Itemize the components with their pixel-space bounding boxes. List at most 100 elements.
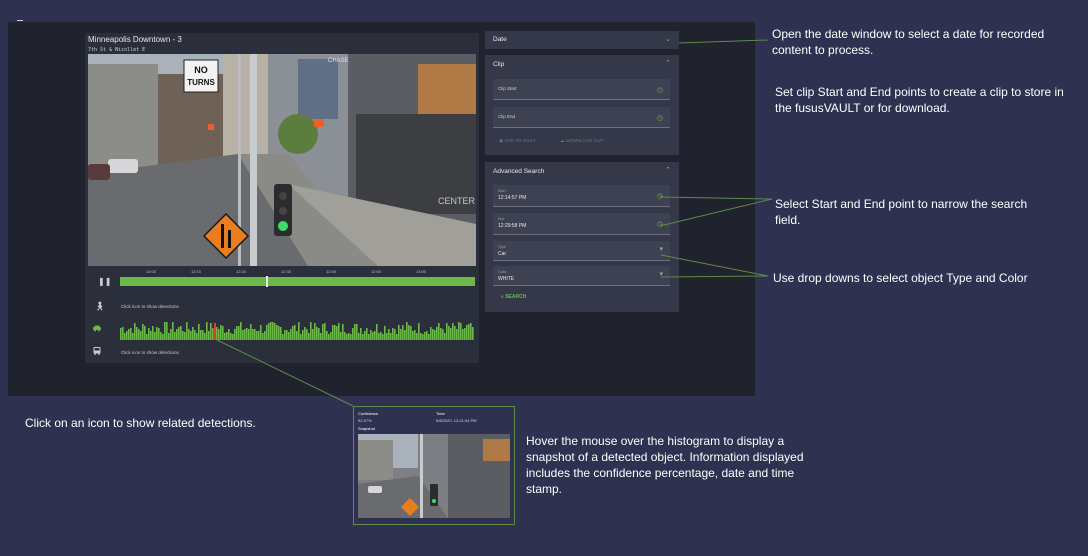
annotation-date: Open the date window to select a date fo… (772, 27, 1045, 57)
chevron-up-icon[interactable]: ⌃ (665, 59, 671, 67)
histogram-bar (142, 324, 144, 340)
histogram-bar (374, 331, 376, 340)
histogram-bar (472, 327, 474, 340)
detections-hint-person: Click icon to show detections (121, 304, 179, 309)
histogram-bar (312, 329, 314, 340)
pause-icon[interactable]: ❚❚ (98, 277, 111, 286)
clip-start-field[interactable]: Clip Start ◷ (493, 79, 670, 100)
search-start-field[interactable]: Start 12:14:57 PM ◷ (493, 185, 670, 207)
histogram-bar (358, 333, 360, 340)
histogram-bar (466, 325, 468, 340)
histogram-bar (182, 331, 184, 340)
confidence-label: Confidence (358, 411, 379, 416)
histogram-bar (146, 334, 148, 340)
histogram-bar (456, 329, 458, 340)
snapshot-popup: Confidence 92.97% Time 6/8/2020, 12:21:0… (353, 406, 515, 525)
detections-hint-bus: Click icon to show detections (121, 350, 179, 355)
chevron-down-icon[interactable]: ⌄ (665, 35, 671, 43)
histogram-bar (210, 323, 212, 340)
car-icon[interactable] (93, 325, 101, 334)
search-button[interactable]: ⌕ SEARCH (501, 294, 526, 300)
histogram-bar (280, 327, 282, 340)
time-value: 6/8/2020, 12:21:04 PM (436, 418, 477, 423)
histogram-bar (222, 326, 224, 340)
dropdown-arrow-icon[interactable]: ▾ (659, 270, 663, 278)
annotation-search: Select Start and End point to narrow the… (775, 197, 1028, 227)
clock-icon[interactable]: ◷ (657, 86, 663, 94)
timeline-scrubber[interactable] (120, 277, 475, 286)
histogram-bar (176, 329, 178, 340)
histogram-bar (288, 332, 290, 340)
clip-end-field[interactable]: Clip End ◷ (493, 107, 670, 128)
histogram-bar (410, 326, 412, 340)
histogram-bar (256, 331, 258, 340)
clip-title: Clip (493, 61, 505, 68)
histogram-bar (270, 322, 272, 340)
histogram-bar (366, 328, 368, 340)
histogram-bar (328, 334, 330, 340)
histogram-bar (156, 327, 158, 340)
histogram-bar (338, 323, 340, 340)
histogram-bar (326, 331, 328, 340)
histogram-bar (234, 329, 236, 340)
histogram-bar (406, 322, 408, 340)
histogram-bar (418, 323, 420, 340)
histogram-bar (134, 323, 136, 340)
histogram-bar (364, 331, 366, 340)
histogram-bar (170, 329, 172, 340)
histogram-bar (154, 332, 156, 340)
timeline-tick: 12:50 (371, 269, 382, 274)
search-end-field[interactable]: End 12:29:58 PM ◷ (493, 213, 670, 235)
bus-icon-svg (93, 347, 101, 355)
bus-icon[interactable] (93, 347, 101, 357)
add-to-vault-button[interactable]: ▣ ADD TO VAULT (499, 138, 536, 144)
detection-histogram[interactable] (120, 321, 475, 340)
histogram-bar (470, 323, 472, 340)
histogram-hover-cursor (214, 323, 216, 340)
histogram-bar (194, 330, 196, 340)
car-icon-svg (93, 325, 101, 332)
histogram-bar (460, 323, 462, 340)
histogram-bar (382, 334, 384, 340)
histogram-bar (130, 328, 132, 340)
clock-icon[interactable]: ◷ (657, 114, 663, 122)
histogram-bar (226, 332, 228, 340)
annotation-dropdowns: Use drop downs to select object Type and… (773, 271, 1028, 285)
timeline-tick: 13:00 (416, 269, 427, 274)
type-dropdown[interactable]: Type Car ▾ (493, 241, 670, 261)
histogram-bar (132, 333, 134, 340)
histogram-bar (392, 328, 394, 340)
histogram-bar (220, 325, 222, 340)
download-clip-label: DOWNLOAD CLIP (565, 138, 604, 143)
chevron-up-icon[interactable]: ⌃ (665, 166, 671, 174)
histogram-bar (452, 323, 454, 340)
timeline-playhead[interactable] (265, 276, 268, 287)
clock-icon[interactable]: ◷ (657, 192, 663, 200)
histogram-bar (166, 322, 168, 340)
histogram-bar (302, 330, 304, 340)
histogram-bar (372, 332, 374, 340)
histogram-bar (402, 325, 404, 340)
download-clip-button[interactable]: ☁ DOWNLOAD CLIP (560, 138, 604, 144)
top-dash (17, 20, 23, 21)
histogram-bar (178, 327, 180, 340)
video-player[interactable]: NO TURNS CHASE CENTER (88, 54, 476, 266)
histogram-bar (282, 334, 284, 340)
histogram-bar (320, 333, 322, 340)
histogram-bar (230, 333, 232, 340)
dropdown-arrow-icon[interactable]: ▾ (659, 245, 663, 253)
histogram-bar (144, 326, 146, 340)
histogram-bar (348, 333, 350, 340)
person-icon[interactable]: 🚶︎ (94, 301, 105, 312)
clock-icon[interactable]: ◷ (657, 220, 663, 228)
histogram-bar (294, 325, 296, 340)
histogram-bar (422, 334, 424, 340)
color-dropdown[interactable]: Color WHITE ▾ (493, 266, 670, 286)
date-section[interactable]: Date ⌄ (485, 31, 679, 49)
histogram-bar (390, 333, 392, 340)
histogram-bar (434, 330, 436, 340)
timeline-ticks: 12:00 12:10 12:20 12:30 12:40 12:50 13:0… (120, 269, 475, 277)
histogram-bars (120, 322, 474, 340)
time-label: Time (436, 411, 445, 416)
histogram-bar (136, 327, 138, 340)
